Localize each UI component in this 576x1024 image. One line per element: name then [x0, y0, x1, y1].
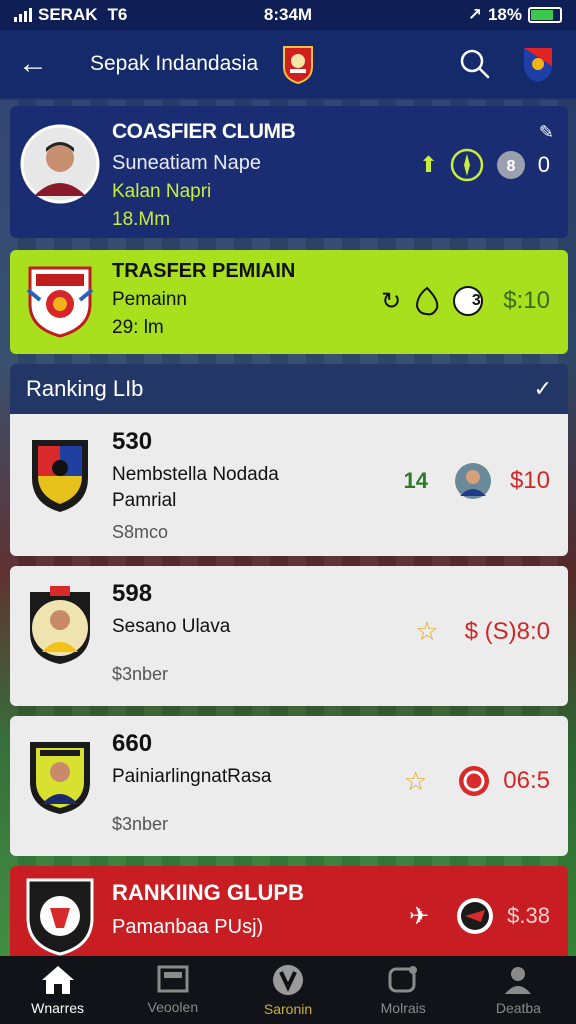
badge-number: 3 — [471, 292, 481, 309]
clock: 8:34M — [263, 5, 313, 24]
player-name: PainiarlingnatRasa — [112, 766, 272, 787]
player-avatar — [20, 124, 100, 204]
club-subname: Pamrial — [112, 490, 177, 511]
trophy-icon — [273, 965, 303, 995]
back-arrow-icon[interactable]: ← — [18, 47, 58, 81]
star-icon[interactable]: ☆ — [415, 616, 438, 647]
club-crest-icon — [283, 46, 314, 85]
nav-label: Molrais — [380, 1000, 426, 1016]
card-subtitle: Suneatiam Nape — [112, 152, 261, 174]
nav-label: Deatba — [495, 1000, 541, 1016]
club-price: S8mco — [112, 522, 169, 542]
ranking-row[interactable]: 530 Nembstella Nodada Pamrial S8mco 14 $… — [10, 414, 568, 556]
nav-label: Veoolen — [147, 999, 199, 1015]
badge-icon: 8 — [496, 151, 525, 179]
club-crest-icon — [32, 440, 88, 512]
flame-icon — [416, 286, 439, 316]
club-badge-icon — [457, 898, 494, 934]
player-avatar — [30, 742, 90, 814]
nav-label: Wnarres — [31, 1000, 85, 1016]
page-title: Sepak Indandasia — [90, 52, 259, 75]
player-price: $3nber — [112, 814, 169, 834]
ranking-club-card[interactable]: RANKIING GLUPB Pamanbaa PUsj) ✈ $.38 — [10, 866, 568, 958]
card-subtitle: Pamanbaa PUsj) — [112, 916, 264, 938]
battery-icon — [528, 7, 562, 23]
nav-trophy[interactable]: Saronin — [230, 956, 345, 1024]
ranking-title: Ranking LIb — [26, 376, 144, 401]
ranking-row[interactable]: 598 Sesano Ulava $3nber ☆ $ (S)8:0 — [10, 566, 568, 706]
timer-icon — [459, 766, 490, 796]
club-crest-icon — [26, 266, 94, 338]
card-title: COASFIER CLUMB — [112, 120, 296, 143]
card-title: TRASFER PEMIAIN — [112, 260, 296, 282]
plane-icon: ✈ — [409, 902, 430, 930]
player-value: 06:5 — [503, 767, 550, 794]
rank-points: 660 — [112, 730, 153, 757]
transfer-card[interactable]: TRASFER PEMIAIN Pemainn 29: lm ↻ 3 $:10 — [10, 250, 568, 354]
card-amount: 18.Mm — [112, 209, 171, 230]
transfer-value: $:10 — [503, 287, 550, 314]
spin-icon: ↻ — [381, 287, 402, 315]
club-value: $.38 — [507, 903, 550, 928]
player-price: $3nber — [112, 664, 169, 684]
home-icon — [41, 966, 74, 994]
rank-points: 598 — [112, 580, 153, 607]
club-crest-icon — [26, 878, 94, 956]
player-avatar — [454, 463, 491, 499]
card-subtitle: Pemainn — [112, 289, 187, 310]
app-header: ← Sepak Indandasia — [0, 30, 576, 98]
ranking-header[interactable]: Ranking LIb ✓ — [10, 364, 568, 414]
chat-icon — [388, 966, 418, 993]
nav-profile[interactable]: Deatba — [461, 956, 576, 1024]
nav-chat[interactable]: Molrais — [346, 956, 461, 1024]
team-logo-icon[interactable] — [518, 44, 558, 84]
compass-icon — [450, 148, 483, 182]
player-avatar — [30, 586, 90, 664]
profile-icon — [505, 967, 532, 994]
rank-change: 14 — [403, 468, 428, 493]
edit-icon[interactable]: ✎ — [539, 122, 554, 143]
check-icon[interactable]: ✓ — [534, 376, 552, 402]
nav-home[interactable]: Wnarres — [0, 956, 115, 1024]
star-icon[interactable]: ☆ — [404, 766, 427, 797]
club-value: $10 — [509, 467, 550, 494]
rank-points: 530 — [112, 428, 153, 455]
bottom-navigation: Wnarres Veoolen Saronin Molrais Deatba — [0, 956, 576, 1024]
news-icon — [157, 965, 189, 993]
nav-label: Saronin — [263, 1001, 313, 1017]
club-card[interactable]: COASFIER CLUMB Suneatiam Nape Kalan Napr… — [10, 106, 568, 238]
nav-news[interactable]: Veoolen — [115, 956, 230, 1024]
stat-value: 0 — [537, 152, 550, 177]
upgrade-icon: ⬆ — [419, 152, 438, 177]
svg-text:8: 8 — [506, 158, 515, 175]
card-detail: Kalan Napri — [112, 181, 212, 202]
club-name: Nembstella Nodada — [112, 464, 279, 485]
card-title: RANKIING GLUPB — [112, 880, 304, 905]
status-bar: SERAK T6 8:34M ↗ 18% — [0, 0, 576, 30]
search-icon[interactable] — [458, 47, 492, 81]
card-detail: 29: lm — [112, 317, 164, 338]
player-value: $ (S)8:0 — [464, 617, 550, 645]
player-name: Sesano Ulava — [112, 616, 231, 637]
ranking-row[interactable]: 660 PainiarlingnatRasa $3nber ☆ 06:5 — [10, 716, 568, 856]
